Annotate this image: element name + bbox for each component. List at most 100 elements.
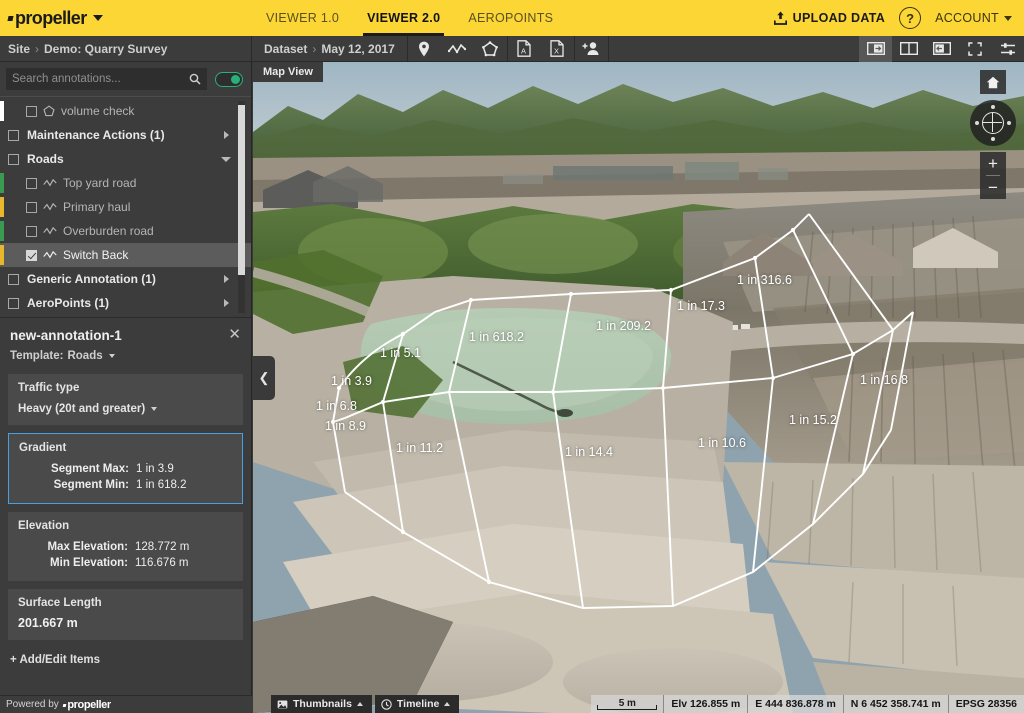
tree-item-volume-check[interactable]: volume check <box>0 99 251 123</box>
clock-icon <box>381 699 392 710</box>
powered-by-label: Powered by <box>6 699 59 710</box>
map-viewport[interactable]: Map View ❮ + − 1 in 3 <box>253 62 1024 713</box>
panel-right-layout-icon[interactable] <box>925 36 958 62</box>
fullscreen-icon[interactable] <box>958 36 991 62</box>
annotation-detail-panel: new-annotation-1 ✕ Template: Roads Traff… <box>0 317 251 695</box>
zoom-in-button[interactable]: + <box>980 152 1006 175</box>
visibility-checkbox[interactable] <box>26 106 37 117</box>
readout-easting: E 444 836.878 m <box>747 695 843 713</box>
tree-item-overburden-road[interactable]: Overburden road <box>0 219 251 243</box>
sidebar-collapse-handle[interactable]: ❮ <box>253 356 275 400</box>
toggle-knob <box>231 75 240 84</box>
brand-logo[interactable]: propeller <box>0 8 252 29</box>
annotation-tool-group <box>408 36 508 62</box>
line-icon <box>43 250 57 260</box>
account-label: ACCOUNT <box>935 11 999 25</box>
tree-group-generic-annotation[interactable]: Generic Annotation (1) <box>0 267 251 291</box>
line-measure-icon[interactable] <box>441 36 474 62</box>
chevron-down-icon[interactable] <box>93 15 103 21</box>
max-elevation-row: Max Elevation: 128.772 m <box>18 539 233 555</box>
annotation-tree: volume check Maintenance Actions (1) Roa… <box>0 97 251 317</box>
surface-length-title: Surface Length <box>18 597 233 609</box>
tab-viewer-2[interactable]: VIEWER 2.0 <box>353 0 454 36</box>
visibility-checkbox[interactable] <box>8 274 19 285</box>
timeline-button[interactable]: Timeline <box>375 695 459 713</box>
tree-group-roads[interactable]: Roads <box>0 147 251 171</box>
breadcrumb-site[interactable]: Site › Demo: Quarry Survey <box>0 36 252 62</box>
map-view-tab[interactable]: Map View <box>253 62 323 82</box>
detail-header: new-annotation-1 ✕ Template: Roads <box>0 318 251 370</box>
label: Max Elevation: <box>32 539 128 555</box>
upload-data-button[interactable]: UPLOAD DATA <box>774 11 885 25</box>
traffic-type-select[interactable]: Heavy (20t and greater) <box>18 403 233 415</box>
tab-aeropoints[interactable]: AEROPOINTS <box>454 0 567 36</box>
home-view-button[interactable] <box>980 70 1006 94</box>
navigation-compass[interactable] <box>970 100 1016 146</box>
gradient-segment-max: Segment Max: 1 in 3.9 <box>19 461 232 477</box>
search-input[interactable] <box>12 73 189 85</box>
export-excel-icon[interactable]: X <box>541 36 574 62</box>
tree-item-label: Maintenance Actions (1) <box>27 128 165 142</box>
breadcrumb-dataset[interactable]: Dataset › May 12, 2017 <box>252 36 408 62</box>
nav-dot-north[interactable] <box>991 105 995 109</box>
traffic-type-card: Traffic type Heavy (20t and greater) <box>8 374 243 425</box>
account-menu[interactable]: ACCOUNT <box>935 11 1012 25</box>
visibility-checkbox[interactable] <box>26 226 37 237</box>
tree-item-label: Primary haul <box>63 200 130 214</box>
tree-item-primary-haul[interactable]: Primary haul <box>0 195 251 219</box>
min-elevation-row: Min Elevation: 116.676 m <box>18 555 233 571</box>
color-swatch <box>0 173 4 193</box>
nav-dot-east[interactable] <box>1007 121 1011 125</box>
tree-scrollbar-thumb[interactable] <box>238 105 245 275</box>
tree-group-aeropoints[interactable]: AeroPoints (1) <box>0 291 251 315</box>
tree-item-label: Top yard road <box>63 176 136 190</box>
split-view-icon[interactable] <box>892 36 925 62</box>
timeline-label: Timeline <box>397 698 439 710</box>
chevron-right-icon[interactable] <box>224 131 229 139</box>
visibility-checkbox[interactable] <box>26 178 37 189</box>
tree-item-switch-back[interactable]: Switch Back <box>0 243 251 267</box>
visibility-checkbox[interactable] <box>8 298 19 309</box>
map-pin-icon[interactable] <box>408 36 441 62</box>
visibility-checkbox[interactable] <box>26 250 37 261</box>
nav-dot-south[interactable] <box>991 137 995 141</box>
export-pdf-icon[interactable]: A <box>508 36 541 62</box>
breadcrumb-dataset-prefix: Dataset <box>264 42 307 56</box>
export-tool-group: A X <box>508 36 575 62</box>
chevron-down-icon[interactable] <box>221 157 231 162</box>
template-selector[interactable]: Template: Roads <box>10 350 241 362</box>
add-user-icon[interactable] <box>575 36 608 62</box>
gradient-card[interactable]: Gradient Segment Max: 1 in 3.9 Segment M… <box>8 433 243 504</box>
visibility-toggle[interactable] <box>215 72 243 87</box>
nav-dot-west[interactable] <box>975 121 979 125</box>
globe-navigation-icon[interactable] <box>982 112 1004 134</box>
help-button[interactable]: ? <box>899 7 921 29</box>
svg-text:A: A <box>521 47 526 56</box>
tree-item-label: Roads <box>27 152 64 166</box>
visibility-checkbox[interactable] <box>8 130 19 141</box>
tree-item-top-yard-road[interactable]: Top yard road <box>0 171 251 195</box>
map-controls: + − <box>970 70 1016 199</box>
visibility-checkbox[interactable] <box>26 202 37 213</box>
polygon-icon[interactable] <box>474 36 507 62</box>
chevron-right-icon[interactable] <box>224 275 229 283</box>
tab-viewer-1[interactable]: VIEWER 1.0 <box>252 0 353 36</box>
search-icon[interactable] <box>189 73 201 85</box>
line-icon <box>43 178 57 188</box>
visibility-checkbox[interactable] <box>8 154 19 165</box>
close-icon[interactable]: ✕ <box>228 327 241 342</box>
chevron-right-icon[interactable] <box>224 299 229 307</box>
tree-item-label: volume check <box>61 104 134 118</box>
zoom-out-button[interactable]: − <box>980 176 1006 199</box>
panel-left-layout-icon[interactable] <box>859 36 892 62</box>
thumbnails-icon <box>277 700 288 709</box>
chevron-up-icon <box>357 702 363 706</box>
settings-sliders-icon[interactable] <box>991 36 1024 62</box>
readout-epsg: EPSG 28356 <box>948 695 1024 713</box>
tree-group-maintenance-actions[interactable]: Maintenance Actions (1) <box>0 123 251 147</box>
value: 1 in 618.2 <box>136 477 187 493</box>
chevron-down-icon <box>1004 16 1012 21</box>
search-annotations-box[interactable] <box>6 68 207 90</box>
thumbnails-button[interactable]: Thumbnails <box>271 695 372 713</box>
add-edit-items-button[interactable]: + Add/Edit Items <box>0 644 251 676</box>
